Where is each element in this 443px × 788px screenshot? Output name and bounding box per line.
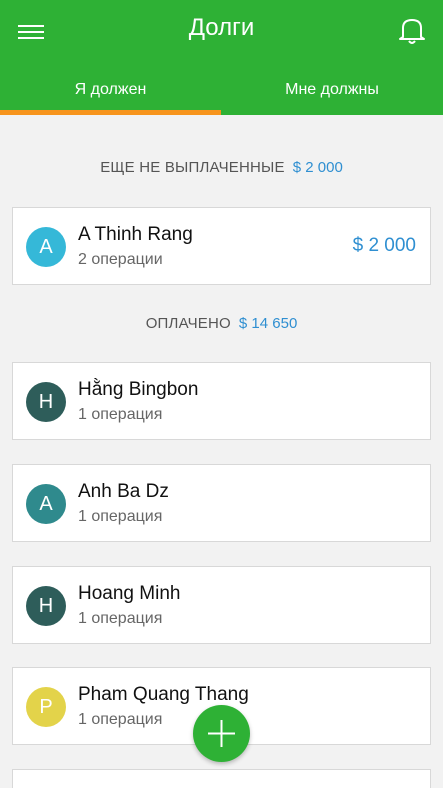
paid-section-label: ОПЛАЧЕНО: [145, 315, 231, 332]
operations-count: 2 операции: [78, 251, 163, 268]
avatar: A: [26, 484, 66, 524]
tab-owed-to-me[interactable]: Мне должны: [221, 70, 443, 115]
contact-name: Anh Ba Dz: [78, 481, 169, 502]
debt-card-partial[interactable]: [12, 769, 431, 788]
page-title: Долги: [188, 14, 255, 41]
avatar: P: [26, 687, 66, 727]
operations-count: 1 операция: [78, 508, 163, 525]
debt-card[interactable]: H Hoang Minh 1 операция: [12, 566, 431, 644]
operations-count: 1 операция: [78, 406, 163, 423]
app-header: Долги Я должен Мне должны: [0, 0, 443, 115]
paid-section-total: $ 14 650: [238, 315, 298, 332]
add-debt-button[interactable]: [193, 705, 250, 762]
avatar: H: [26, 586, 66, 626]
bell-icon[interactable]: [398, 16, 426, 46]
unpaid-section-header: ЕЩЕ НЕ ВЫПЛАЧЕННЫЕ $ 2 000: [0, 159, 443, 176]
debt-amount: $ 2 000: [352, 235, 416, 256]
debt-card[interactable]: A A Thinh Rang 2 операции $ 2 000: [12, 207, 431, 285]
hamburger-menu-icon[interactable]: [18, 22, 44, 42]
operations-count: 1 операция: [78, 610, 163, 627]
active-tab-indicator: [0, 110, 221, 115]
operations-count: 1 операция: [78, 711, 163, 728]
debt-card[interactable]: A Anh Ba Dz 1 операция: [12, 464, 431, 542]
avatar: H: [26, 382, 66, 422]
contact-name: Hoang Minh: [78, 583, 181, 604]
unpaid-section-label: ЕЩЕ НЕ ВЫПЛАЧЕННЫЕ: [100, 159, 285, 176]
contact-name: A Thinh Rang: [78, 224, 193, 245]
contact-name: Pham Quang Thang: [78, 684, 249, 705]
unpaid-section-total: $ 2 000: [292, 159, 343, 176]
plus-icon: [208, 720, 235, 747]
debt-card[interactable]: H Hằng Bingbon 1 операция: [12, 362, 431, 440]
contact-name: Hằng Bingbon: [78, 379, 199, 400]
paid-section-header: ОПЛАЧЕНО $ 14 650: [0, 315, 443, 332]
avatar: A: [26, 227, 66, 267]
tab-i-owe[interactable]: Я должен: [0, 70, 221, 115]
